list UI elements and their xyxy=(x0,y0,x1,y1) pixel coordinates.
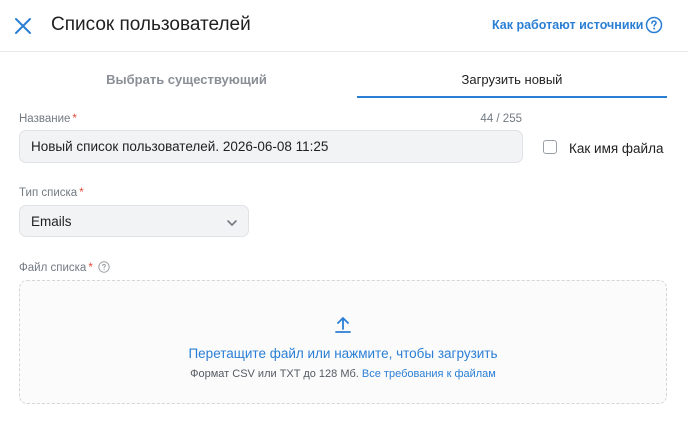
name-label-text: Название xyxy=(19,113,71,125)
required-mark: * xyxy=(88,262,93,274)
help-link[interactable]: Как работают источники xyxy=(492,18,643,32)
header: Список пользователей Как работают источн… xyxy=(0,0,688,52)
list-type-label: Тип списка * xyxy=(19,187,84,199)
tab-upload-new[interactable]: Загрузить новый xyxy=(357,62,667,98)
name-label: Название * xyxy=(19,113,77,125)
required-mark: * xyxy=(72,113,77,125)
tabs: Выбрать существующий Загрузить новый xyxy=(20,62,667,98)
upload-icon xyxy=(333,314,353,334)
format-text: Формат CSV или TXT до 128 Мб. xyxy=(190,368,359,380)
list-type-select[interactable]: Emails xyxy=(19,205,249,237)
required-mark: * xyxy=(79,187,84,199)
list-type-value: Emails xyxy=(31,214,72,229)
file-label-text: Файл списка xyxy=(19,262,87,274)
drop-instruction: Перетащите файл или нажмите, чтобы загру… xyxy=(188,346,498,361)
filename-checkbox[interactable] xyxy=(543,140,557,154)
chevron-down-icon xyxy=(226,216,238,228)
char-counter: 44 / 255 xyxy=(480,113,522,125)
file-dropzone[interactable]: Перетащите файл или нажмите, чтобы загру… xyxy=(19,280,667,404)
requirements-link[interactable]: Все требования к файлам xyxy=(362,368,496,380)
question-circle-icon[interactable] xyxy=(645,16,663,34)
tab-select-existing[interactable]: Выбрать существующий xyxy=(20,62,353,98)
close-icon[interactable] xyxy=(12,15,34,37)
filename-checkbox-label[interactable]: Как имя файла xyxy=(569,141,663,156)
name-input[interactable] xyxy=(19,130,523,163)
file-label: Файл списка * xyxy=(19,261,110,274)
format-hint: Формат CSV или TXT до 128 Мб. Все требов… xyxy=(20,368,666,380)
question-circle-icon[interactable] xyxy=(98,261,110,273)
page-title: Список пользователей xyxy=(51,14,251,35)
list-type-label-text: Тип списка xyxy=(19,187,78,199)
